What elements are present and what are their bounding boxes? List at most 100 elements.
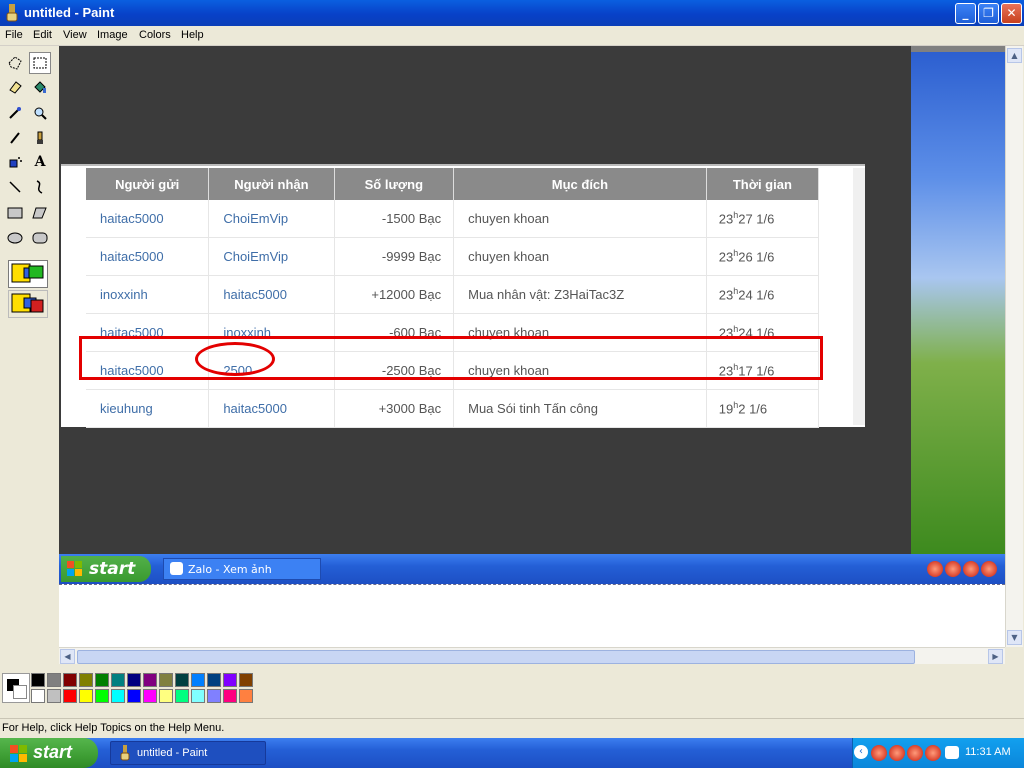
color-picker-icon[interactable] (4, 102, 26, 124)
color-swatch[interactable] (207, 689, 221, 703)
rounded-rectangle-icon[interactable] (29, 227, 51, 249)
horizontal-scroll-thumb[interactable] (77, 650, 915, 664)
color-swatch[interactable] (239, 689, 253, 703)
color-swatch[interactable] (31, 689, 45, 703)
tray-app-icon[interactable] (871, 745, 887, 761)
zalo-icon (170, 562, 183, 575)
menu-view[interactable]: View (63, 29, 87, 41)
receiver-link[interactable]: ChoiEmVip (208, 237, 335, 276)
airbrush-icon[interactable] (4, 151, 26, 173)
color-swatch[interactable] (159, 673, 173, 687)
free-select-icon[interactable] (4, 52, 26, 74)
scroll-right-icon[interactable]: ▶ (988, 649, 1003, 664)
text-tool-icon[interactable]: A (29, 151, 51, 173)
eraser-icon[interactable] (4, 76, 26, 98)
color-swatch[interactable] (63, 689, 77, 703)
color-swatch[interactable] (47, 689, 61, 703)
color-swatch[interactable] (95, 689, 109, 703)
color-swatch[interactable] (47, 673, 61, 687)
start-label: start (33, 742, 73, 762)
zalo-tray-icon[interactable] (945, 746, 959, 759)
receiver-link[interactable]: ChoiEmVip (208, 200, 335, 238)
fill-bucket-icon[interactable] (29, 76, 51, 98)
color-swatch[interactable] (239, 673, 253, 687)
start-button[interactable]: start (0, 738, 98, 768)
color-swatch[interactable] (127, 689, 141, 703)
polygon-icon[interactable] (29, 202, 51, 224)
color-swatch[interactable] (175, 673, 189, 687)
purpose-cell: Mua nhân vật: Z3HaiTac3Z (453, 275, 707, 314)
select-opaque-option[interactable] (8, 260, 48, 288)
color-swatch[interactable] (31, 673, 45, 687)
color-swatch[interactable] (191, 673, 205, 687)
color-swatch[interactable] (111, 689, 125, 703)
sender-link[interactable]: haitac5000 (86, 200, 210, 238)
color-swatch[interactable] (143, 673, 157, 687)
canvas-area[interactable]: Người gửi Người nhận Số lượng Mục đích T… (59, 46, 1005, 647)
color-swatch[interactable] (175, 689, 189, 703)
color-swatch[interactable] (127, 673, 141, 687)
canvas-white-area[interactable] (59, 584, 1005, 647)
sender-link[interactable]: haitac5000 (86, 237, 210, 276)
menu-image[interactable]: Image (97, 29, 128, 41)
color-swatch[interactable] (223, 673, 237, 687)
color-swatch[interactable] (63, 673, 77, 687)
tray-app-icon[interactable] (907, 745, 923, 761)
scroll-down-icon[interactable]: ▼ (1007, 630, 1022, 645)
color-swatch[interactable] (79, 673, 93, 687)
show-hidden-icons-icon[interactable]: ‹ (854, 745, 868, 759)
toolbox: A (0, 46, 58, 666)
rect-select-icon[interactable] (29, 52, 51, 74)
color-swatch[interactable] (223, 689, 237, 703)
color-swatch[interactable] (79, 689, 93, 703)
system-tray: ‹ 11:31 AM (852, 738, 1024, 768)
sender-link[interactable]: kieuhung (86, 389, 210, 428)
minimize-button[interactable]: _ (955, 3, 976, 24)
curve-icon[interactable] (29, 176, 51, 198)
menu-help[interactable]: Help (181, 29, 204, 41)
select-transparent-option[interactable] (8, 290, 48, 318)
tray-app-icon[interactable] (889, 745, 905, 761)
menu-edit[interactable]: Edit (33, 29, 52, 41)
clock[interactable]: 11:31 AM (965, 746, 1011, 758)
color-swatch[interactable] (143, 689, 157, 703)
close-button[interactable]: ✕ (1001, 3, 1022, 24)
menu-file[interactable]: File (5, 29, 23, 41)
pencil-icon[interactable] (4, 127, 26, 149)
color-swatch[interactable] (191, 689, 205, 703)
current-colors[interactable] (2, 673, 30, 703)
captured-start-label: start (89, 559, 136, 579)
table-row: inoxxinh haitac5000 +12000 Bạc Mua nhân … (86, 275, 820, 314)
tray-app-icon[interactable] (925, 745, 941, 761)
color-swatch[interactable] (95, 673, 109, 687)
rectangle-icon[interactable] (4, 202, 26, 224)
brush-icon[interactable] (29, 127, 51, 149)
ellipse-icon[interactable] (4, 227, 26, 249)
task-button-paint[interactable]: untitled - Paint (110, 741, 266, 765)
sender-link[interactable]: inoxxinh (86, 275, 210, 314)
col-header-purpose: Mục đích (453, 168, 707, 200)
inner-page-scrollbar (853, 168, 865, 425)
scroll-up-icon[interactable]: ▲ (1007, 48, 1022, 63)
amount-cell: -1500 Bạc (334, 200, 455, 238)
horizontal-scrollbar[interactable]: ◀ ▶ (59, 647, 1005, 665)
tray-app-icon (945, 561, 961, 577)
status-bar: For Help, click Help Topics on the Help … (0, 718, 1024, 739)
scroll-left-icon[interactable]: ◀ (60, 649, 75, 664)
menu-colors[interactable]: Colors (139, 29, 171, 41)
receiver-link[interactable]: haitac5000 (208, 275, 335, 314)
color-swatch[interactable] (159, 689, 173, 703)
background-color[interactable] (13, 685, 27, 699)
color-swatch[interactable] (111, 673, 125, 687)
task-button-label: untitled - Paint (137, 747, 208, 759)
magnifier-icon[interactable] (29, 102, 51, 124)
tray-app-icon (981, 561, 997, 577)
paint-app-icon[interactable] (4, 4, 20, 22)
line-icon[interactable] (4, 176, 26, 198)
window-title: untitled - Paint (24, 5, 115, 20)
time-cell: 19h2 1/6 (706, 389, 820, 428)
receiver-link[interactable]: haitac5000 (208, 389, 335, 428)
color-swatch[interactable] (207, 673, 221, 687)
vertical-scrollbar[interactable]: ▲ ▼ (1005, 46, 1023, 647)
restore-button[interactable]: ❐ (978, 3, 999, 24)
